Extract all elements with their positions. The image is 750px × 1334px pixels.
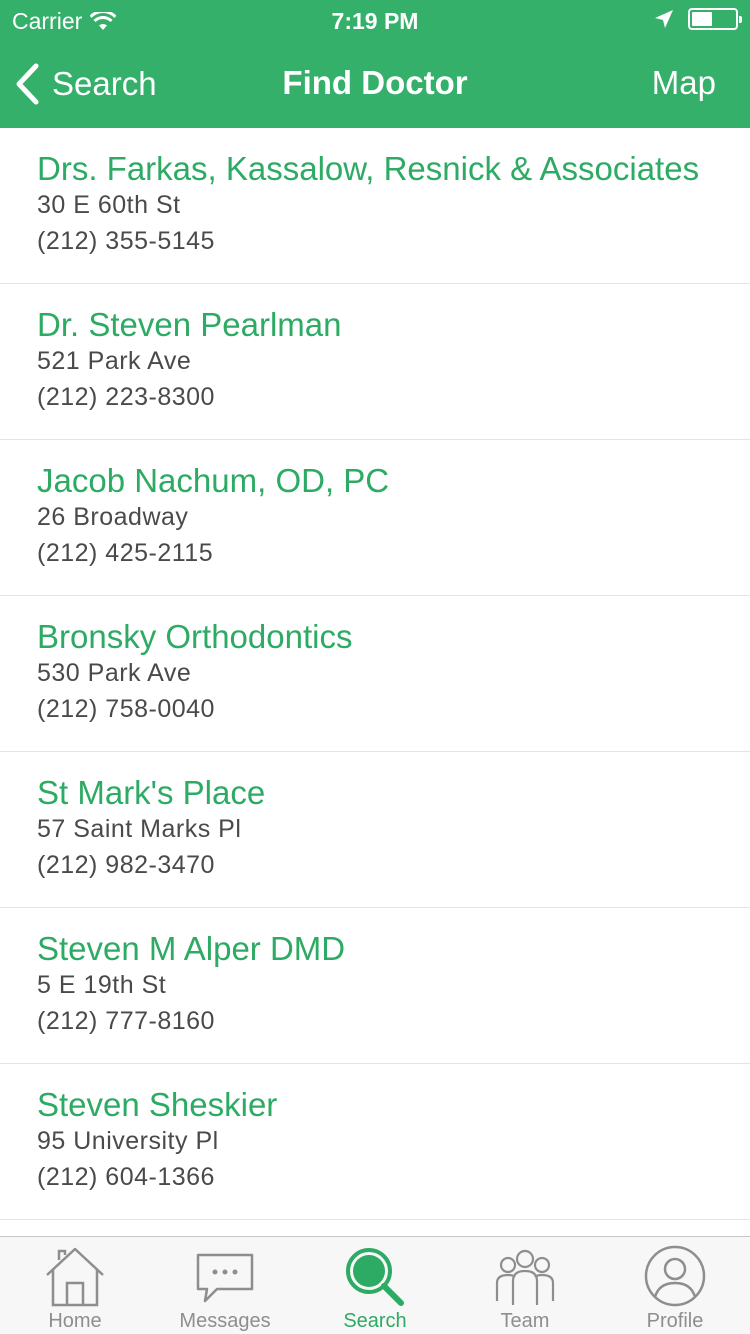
tab-label: Messages [179,1310,271,1332]
doctor-phone: (212) 425-2115 [37,539,214,567]
tab-team[interactable]: Team [450,1237,600,1334]
doctor-name: Bronsky Orthodontics [37,618,353,655]
doctor-phone: (212) 982-3470 [37,851,215,879]
status-right [654,8,742,30]
doctor-phone: (212) 223-8300 [37,383,215,411]
doctor-address: 30 E 60th St [37,191,181,219]
tab-bar: Home Messages Search Team Profile [0,1236,750,1334]
list-item[interactable]: St Mark's Place 57 Saint Marks Pl (212) … [0,752,750,908]
list-item[interactable]: Drs. Farkas, Kassalow, Resnick & Associa… [0,128,750,284]
doctor-name: St Mark's Place [37,774,266,811]
doctor-name: Steven M Alper DMD [37,930,346,967]
tab-profile[interactable]: Profile [600,1237,750,1334]
list-item[interactable]: Steven Sheskier 95 University Pl (212) 6… [0,1064,750,1220]
map-button[interactable]: Map [652,64,716,102]
nav-bar: Search Find Doctor Map [0,40,750,128]
home-icon [46,1247,104,1307]
doctor-name: Steven Sheskier [37,1086,278,1123]
list-item[interactable]: Dr. Steven Pearlman 521 Park Ave (212) 2… [0,284,750,440]
doctor-phone: (212) 758-0040 [37,695,215,723]
tab-label: Team [500,1310,550,1332]
doctor-address: 521 Park Ave [37,347,192,375]
tab-label: Home [48,1310,102,1332]
list-item[interactable]: Bronsky Orthodontics 530 Park Ave (212) … [0,596,750,752]
doctor-address: 530 Park Ave [37,659,192,687]
doctor-phone: (212) 604-1366 [37,1163,215,1191]
doctor-list: Drs. Farkas, Kassalow, Resnick & Associa… [0,128,750,1236]
list-item[interactable]: Steven M Alper DMD 5 E 19th St (212) 777… [0,908,750,1064]
location-arrow-icon [655,10,673,28]
tab-label: Search [343,1310,407,1332]
list-item[interactable]: Jacob Nachum, OD, PC 26 Broadway (212) 4… [0,440,750,596]
profile-icon [644,1245,706,1307]
tab-label: Profile [646,1310,704,1332]
back-label: Search [52,65,157,102]
tab-home[interactable]: Home [0,1237,150,1334]
tab-messages[interactable]: Messages [150,1237,300,1334]
team-icon [495,1249,555,1305]
back-button[interactable]: Search [14,60,157,108]
doctor-address: 5 E 19th St [37,971,167,999]
doctor-name: Jacob Nachum, OD, PC [37,462,390,499]
messages-icon [196,1253,254,1303]
doctor-address: 26 Broadway [37,503,189,531]
doctor-name: Drs. Farkas, Kassalow, Resnick & Associa… [37,150,700,187]
chevron-left-icon [16,63,39,105]
search-icon [346,1248,404,1306]
doctor-phone: (212) 355-5145 [37,227,215,255]
doctor-address: 95 University Pl [37,1127,219,1155]
header: Carrier 7:19 PM Search Find Doctor Map [0,0,750,128]
battery-icon [688,8,742,30]
doctor-phone: (212) 777-8160 [37,1007,215,1035]
doctor-address: 57 Saint Marks Pl [37,815,242,843]
tab-search[interactable]: Search [300,1237,450,1334]
doctor-name: Dr. Steven Pearlman [37,306,342,343]
status-time: 7:19 PM [331,8,419,34]
status-bar: Carrier 7:19 PM [0,0,750,40]
